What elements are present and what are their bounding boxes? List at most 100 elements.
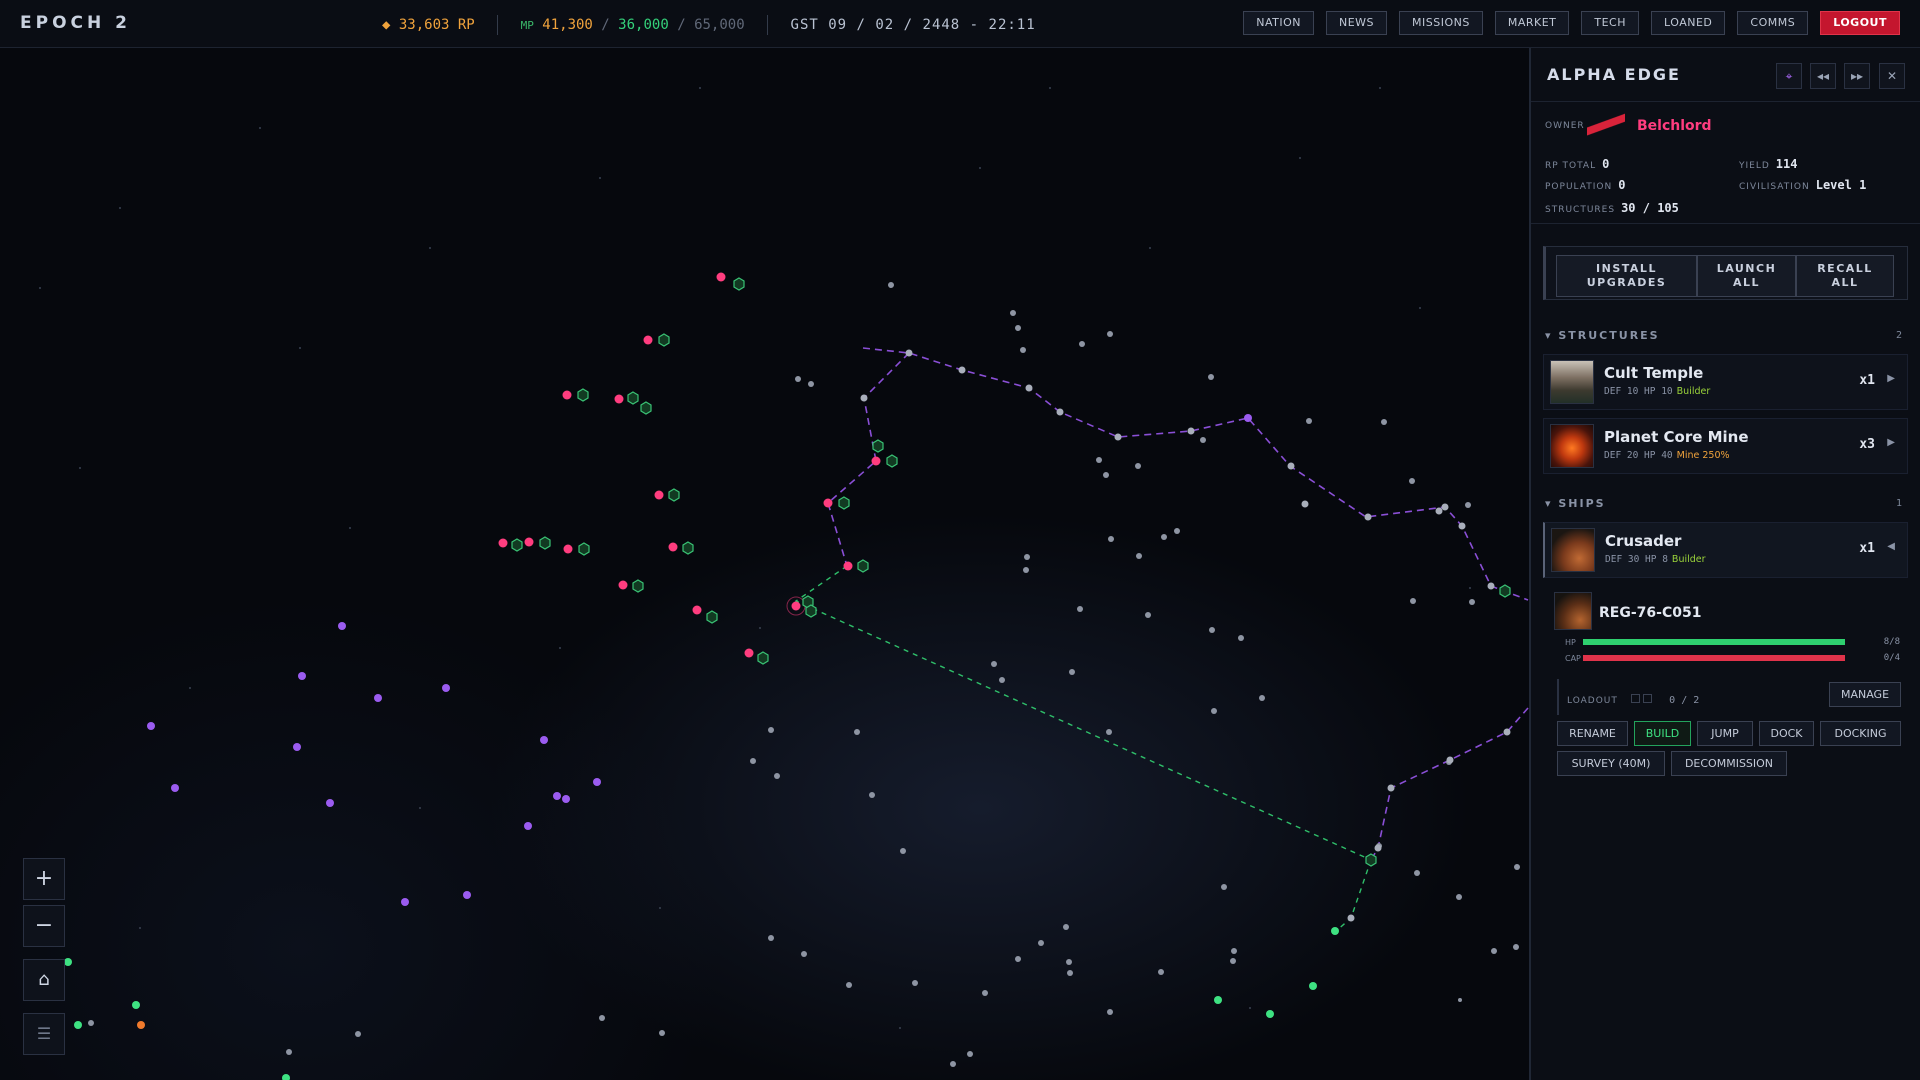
ships-section-toggle[interactable]: ▾ SHIPS xyxy=(1545,497,1606,510)
launch-line2: ALL xyxy=(1732,276,1761,289)
planet-core-mine-image xyxy=(1550,424,1594,468)
planet-title: ALPHA EDGE xyxy=(1547,65,1681,84)
nav-comms-button[interactable]: COMMS xyxy=(1737,11,1809,35)
ships-count: 1 xyxy=(1895,498,1902,509)
locate-icon[interactable]: ⌖ xyxy=(1776,63,1802,89)
structure-tag: Builder xyxy=(1676,386,1711,397)
decommission-button[interactable]: DECOMMISSION xyxy=(1671,751,1787,776)
recall-all-button[interactable]: RECALL ALL xyxy=(1796,255,1894,297)
cap-bar xyxy=(1583,655,1845,661)
hp-value: 8/8 xyxy=(1883,637,1900,647)
structure-name: Planet Core Mine xyxy=(1604,428,1749,446)
civilisation-label: CIVILISATION xyxy=(1739,182,1810,192)
rp-total-value: 0 xyxy=(1602,157,1610,171)
zoom-in-button[interactable]: + xyxy=(23,858,65,900)
ship-def-hp: DEF 30 HP 8 xyxy=(1605,554,1668,565)
cap-value: 0/4 xyxy=(1883,653,1900,663)
ship-registration[interactable]: REG-76-C051 xyxy=(1599,605,1701,621)
expand-arrow-icon[interactable]: ▶ xyxy=(1887,373,1895,384)
loadout-value: 0 / 2 xyxy=(1669,695,1700,706)
zoom-out-button[interactable]: − xyxy=(23,905,65,947)
dock-button[interactable]: DOCK xyxy=(1759,721,1814,746)
home-icon[interactable]: ⌂ xyxy=(23,959,65,1001)
structure-item-planet-core-mine[interactable]: Planet Core Mine DEF 20 HP 40 Mine 250% x… xyxy=(1543,418,1908,474)
launch-line1: LAUNCH xyxy=(1716,262,1777,275)
divider xyxy=(1531,223,1920,224)
orange-system[interactable] xyxy=(137,1021,145,1029)
structures-value: 30 / 105 xyxy=(1621,201,1679,215)
hp-bar xyxy=(1583,639,1845,645)
loadout-indicator xyxy=(1557,679,1559,715)
structure-quantity: x3 xyxy=(1859,437,1875,452)
close-icon[interactable]: ✕ xyxy=(1879,63,1905,89)
previous-icon[interactable]: ◂◂ xyxy=(1810,63,1836,89)
cult-temple-image xyxy=(1550,360,1594,404)
top-bar: EPOCH 2 ◆ 33,603 RP MP 41,300 / 36,000 /… xyxy=(0,0,1920,48)
ship-detail: REG-76-C051 HP 8/8 CAP 0/4 LOADOUT 0 / 2… xyxy=(1543,588,1908,776)
divider xyxy=(767,15,769,35)
structure-def-hp: DEF 20 HP 40 xyxy=(1604,450,1673,461)
nav-news-button[interactable]: NEWS xyxy=(1325,11,1388,35)
structures-label: STRUCTURES xyxy=(1545,205,1616,215)
game-title: EPOCH 2 xyxy=(20,13,131,33)
purple-faction-systems[interactable] xyxy=(147,414,1252,906)
structure-def-hp: DEF 10 HP 10 xyxy=(1604,386,1673,397)
expand-arrow-icon[interactable]: ▶ xyxy=(1887,437,1895,448)
jump-button[interactable]: JUMP xyxy=(1697,721,1753,746)
ship-item-crusader[interactable]: Crusader DEF 30 HP 8 Builder x1 ◀ xyxy=(1543,522,1908,578)
launch-all-button[interactable]: LAUNCH ALL xyxy=(1697,255,1796,297)
structure-stats: DEF 20 HP 40 Mine 250% xyxy=(1604,450,1730,461)
population-value: 0 xyxy=(1618,178,1626,192)
docking-button[interactable]: DOCKING xyxy=(1820,721,1901,746)
owner-name[interactable]: Belchlord xyxy=(1637,118,1712,134)
ship-thumbnail xyxy=(1554,592,1592,630)
hp-bar-fill xyxy=(1583,639,1845,645)
galaxy-map[interactable]: + − ⌂ ☰ xyxy=(0,48,1530,1080)
structure-item-cult-temple[interactable]: Cult Temple DEF 10 HP 10 Builder x1 ▶ xyxy=(1543,354,1908,410)
recall-line1: RECALL xyxy=(1817,262,1873,275)
next-icon[interactable]: ▸▸ xyxy=(1844,63,1870,89)
route-waypoints[interactable] xyxy=(860,349,1511,922)
yield-label: YIELD xyxy=(1739,161,1770,171)
loadout-slot-icon[interactable] xyxy=(1642,694,1652,703)
crusader-ship-image xyxy=(1551,528,1595,572)
logout-button[interactable]: LOGOUT xyxy=(1820,11,1900,35)
nav-nation-button[interactable]: NATION xyxy=(1243,11,1314,35)
rp-total-label: RP TOTAL xyxy=(1545,161,1597,171)
rename-button[interactable]: RENAME xyxy=(1557,721,1628,746)
collapse-arrow-icon[interactable]: ◀ xyxy=(1887,541,1895,552)
cap-bar-fill xyxy=(1583,655,1845,661)
survey-button[interactable]: SURVEY (40M) xyxy=(1557,751,1665,776)
civilisation-stat: CIVILISATION Level 1 xyxy=(1739,174,1866,193)
mp-label: MP xyxy=(520,19,534,32)
population-stat: POPULATION 0 xyxy=(1545,174,1625,193)
mp-max: 36,000 xyxy=(618,17,669,33)
manage-button[interactable]: MANAGE xyxy=(1829,682,1901,707)
structure-tag: Mine 250% xyxy=(1676,450,1730,461)
slash: / xyxy=(677,17,686,33)
nav-tech-button[interactable]: TECH xyxy=(1581,11,1640,35)
loadout-slot-icon[interactable] xyxy=(1630,694,1640,703)
hostile-systems[interactable] xyxy=(498,272,881,658)
game-clock: GST 09 / 02 / 2448 - 22:11 xyxy=(790,17,1036,33)
civilisation-value: Level 1 xyxy=(1815,178,1867,192)
install-upgrades-button[interactable]: INSTALL UPGRADES xyxy=(1556,255,1697,297)
cap-label: CAP xyxy=(1565,654,1581,663)
loadout-label: LOADOUT xyxy=(1567,696,1618,706)
structures-stat: STRUCTURES 30 / 105 xyxy=(1545,197,1679,216)
mp-current: 41,300 xyxy=(542,17,593,33)
chat-icon[interactable]: ☰ xyxy=(23,1013,65,1055)
install-line1: INSTALL xyxy=(1596,262,1657,275)
loadout-row: LOADOUT 0 / 2 xyxy=(1567,688,1699,707)
outpost-markers[interactable] xyxy=(511,277,1511,867)
structures-section-toggle[interactable]: ▾ STRUCTURES xyxy=(1545,329,1660,342)
star-map-canvas[interactable] xyxy=(0,48,1530,1080)
recall-line2: ALL xyxy=(1831,276,1859,289)
nav-market-button[interactable]: MARKET xyxy=(1494,11,1570,35)
nav-loaned-button[interactable]: LOANED xyxy=(1651,11,1726,35)
nav-missions-button[interactable]: MISSIONS xyxy=(1399,11,1483,35)
owner-flag-icon xyxy=(1587,112,1625,138)
install-line2: UPGRADES xyxy=(1586,276,1667,289)
allied-systems[interactable] xyxy=(64,927,1339,1080)
build-button[interactable]: BUILD xyxy=(1634,721,1691,746)
